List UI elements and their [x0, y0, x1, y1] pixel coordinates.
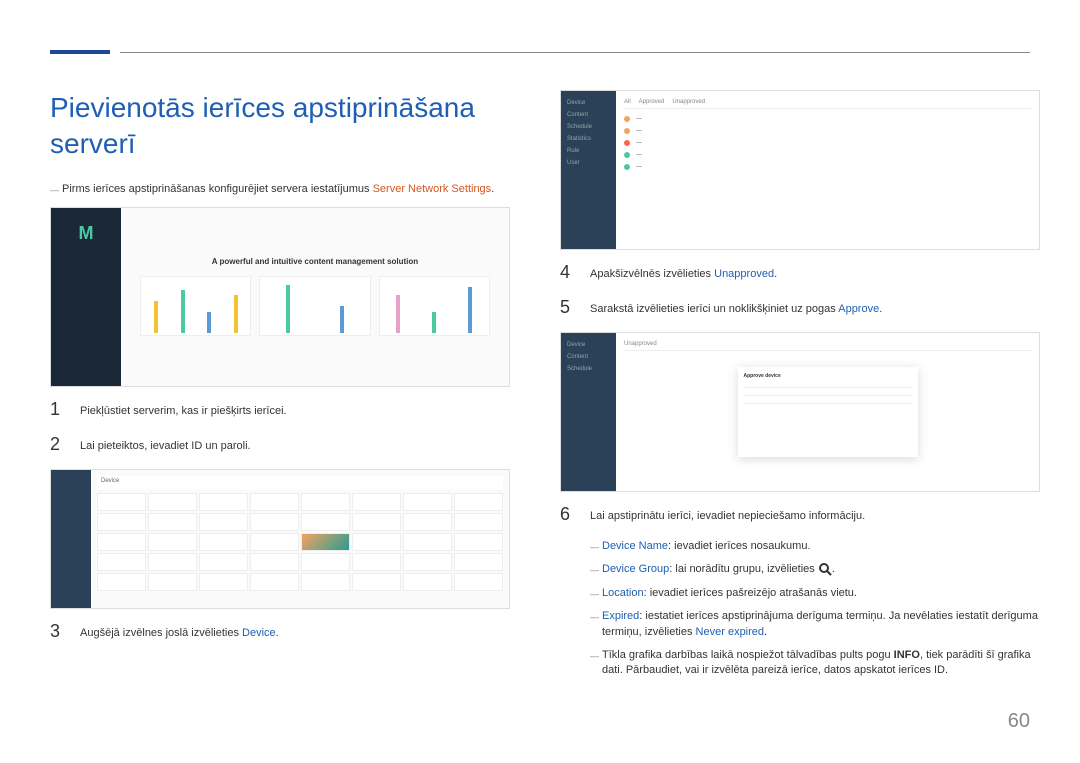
step4-after: .	[774, 268, 777, 280]
left-column: Pievienotās ierīces apstiprināšana serve…	[50, 90, 510, 656]
step-number: 2	[50, 434, 68, 455]
sidebar-item: Schedule	[567, 121, 610, 133]
intro-text-after: .	[491, 183, 494, 195]
screenshot-device-unapproved: Device Content Schedule Statistics Rule …	[560, 90, 1040, 250]
intro-highlight: Server Network Settings	[373, 183, 492, 195]
sidebar-item: Statistics	[567, 133, 610, 145]
tab: Unapproved	[624, 341, 657, 347]
step3-highlight: Device	[242, 627, 276, 639]
shot1-main: A powerful and intuitive content managem…	[121, 208, 509, 386]
step-text: Augšējā izvēlnes joslā izvēlieties Devic…	[80, 621, 279, 642]
step4-highlight: Unapproved	[714, 268, 774, 280]
bold: INFO	[894, 649, 920, 661]
page-title: Pievienotās ierīces apstiprināšana serve…	[50, 90, 510, 163]
table-row: —	[624, 149, 1031, 161]
step-text: Apakšizvēlnēs izvēlieties Unapproved.	[590, 262, 777, 283]
tab: Approved	[639, 99, 665, 105]
text: : ievadiet ierīces nosaukumu.	[668, 540, 810, 552]
step-5: 5 Sarakstā izvēlieties ierīci un noklikš…	[560, 297, 1040, 318]
step-number: 5	[560, 297, 578, 318]
step-number: 1	[50, 399, 68, 420]
step-6: 6 Lai apstiprinātu ierīci, ievadiet nepi…	[560, 504, 1040, 525]
sub-expired: Expired: iestatiet ierīces apstiprinājum…	[590, 609, 1040, 640]
step4-before: Apakšizvēlnēs izvēlieties	[590, 268, 714, 280]
before: Tīkla grafika darbības laikā nospiežot t…	[602, 649, 894, 661]
step-number: 4	[560, 262, 578, 283]
intro-note: Pirms ierīces apstiprināšanas konfigurēj…	[50, 183, 510, 195]
step-number: 3	[50, 621, 68, 642]
mini-chart	[140, 276, 251, 336]
sub-device-group: Device Group: lai norādītu grupu, izvēli…	[590, 562, 1040, 577]
step-text: Lai apstiprinātu ierīci, ievadiet nepiec…	[590, 504, 865, 525]
label: Location	[602, 587, 644, 599]
step3-before: Augšējā izvēlnes joslā izvēlieties	[80, 627, 242, 639]
shot3-sidebar: Device Content Schedule Statistics Rule …	[561, 91, 616, 249]
sidebar-item: Schedule	[567, 363, 610, 375]
step-text: Lai pieteiktos, ievadiet ID un paroli.	[80, 434, 251, 455]
step-number: 6	[560, 504, 578, 525]
text: : lai norādītu grupu, izvēlieties	[669, 563, 818, 575]
mini-chart	[379, 276, 490, 336]
step5-highlight: Approve	[838, 303, 879, 315]
sub-location: Location: ievadiet ierīces pašreizējo at…	[590, 586, 1040, 601]
screenshot-device-grid: Device	[50, 469, 510, 609]
page-number: 60	[1008, 710, 1030, 733]
step5-before: Sarakstā izvēlieties ierīci un noklikšķi…	[590, 303, 838, 315]
table-row: —	[624, 125, 1031, 137]
sidebar-item: Rule	[567, 145, 610, 157]
step3-after: .	[276, 627, 279, 639]
step-1: 1 Piekļūstiet serverim, kas ir piešķirts…	[50, 399, 510, 420]
table-row: —	[624, 113, 1031, 125]
highlight: Never expired	[696, 626, 764, 638]
sidebar-item: Device	[567, 339, 610, 351]
shot1-charts	[140, 276, 489, 336]
shot3-tabs: All Approved Unapproved	[624, 99, 1031, 109]
label: Device Group	[602, 563, 669, 575]
server-logo-icon: M	[79, 223, 94, 244]
shot2-sidebar	[51, 470, 91, 608]
text: : iestatiet ierīces apstiprinājuma derīg…	[602, 610, 1038, 637]
shot2-main: Device	[91, 470, 509, 608]
step-text: Sarakstā izvēlieties ierīci un noklikšķi…	[590, 297, 882, 318]
sidebar-item: Content	[567, 351, 610, 363]
label: Device Name	[602, 540, 668, 552]
sidebar-item: Content	[567, 109, 610, 121]
shot4-main: Unapproved Approve device	[616, 333, 1039, 491]
intro-text-before: Pirms ierīces apstiprināšanas konfigurēj…	[62, 183, 373, 195]
label: Expired	[602, 610, 639, 622]
shot3-main: All Approved Unapproved — — — — —	[616, 91, 1039, 249]
right-column: Device Content Schedule Statistics Rule …	[560, 90, 1040, 687]
sidebar-item: Device	[567, 97, 610, 109]
step-4: 4 Apakšizvēlnēs izvēlieties Unapproved.	[560, 262, 1040, 283]
step5-after: .	[879, 303, 882, 315]
sub-device-name: Device Name: ievadiet ierīces nosaukumu.	[590, 539, 1040, 554]
shot2-header: Device	[97, 476, 503, 490]
step-2: 2 Lai pieteiktos, ievadiet ID un paroli.	[50, 434, 510, 455]
mini-chart	[259, 276, 370, 336]
approve-modal: Approve device	[738, 367, 918, 457]
header-accent-bar	[50, 50, 110, 54]
step-3: 3 Augšējā izvēlnes joslā izvēlieties Dev…	[50, 621, 510, 642]
sub-info: Tīkla grafika darbības laikā nospiežot t…	[590, 648, 1040, 679]
sidebar-item: User	[567, 157, 610, 169]
shot1-sidebar: M	[51, 208, 121, 386]
step6-sublist: Device Name: ievadiet ierīces nosaukumu.…	[590, 539, 1040, 679]
tab: Unapproved	[672, 99, 705, 105]
modal-title: Approve device	[744, 373, 912, 379]
shot4-sidebar: Device Content Schedule	[561, 333, 616, 491]
screenshot-server-login: M A powerful and intuitive content manag…	[50, 207, 510, 387]
tab: All	[624, 99, 631, 105]
shot4-tabs: Unapproved	[624, 341, 1031, 351]
step-text: Piekļūstiet serverim, kas ir piešķirts i…	[80, 399, 287, 420]
search-icon	[818, 562, 832, 576]
table-row: —	[624, 161, 1031, 173]
header-divider	[120, 52, 1030, 53]
shot2-grid	[97, 493, 503, 591]
table-row: —	[624, 137, 1031, 149]
text: : ievadiet ierīces pašreizējo atrašanās …	[644, 587, 857, 599]
screenshot-approve-modal: Device Content Schedule Unapproved Appro…	[560, 332, 1040, 492]
after: .	[764, 626, 767, 638]
shot1-tagline: A powerful and intuitive content managem…	[212, 257, 418, 266]
